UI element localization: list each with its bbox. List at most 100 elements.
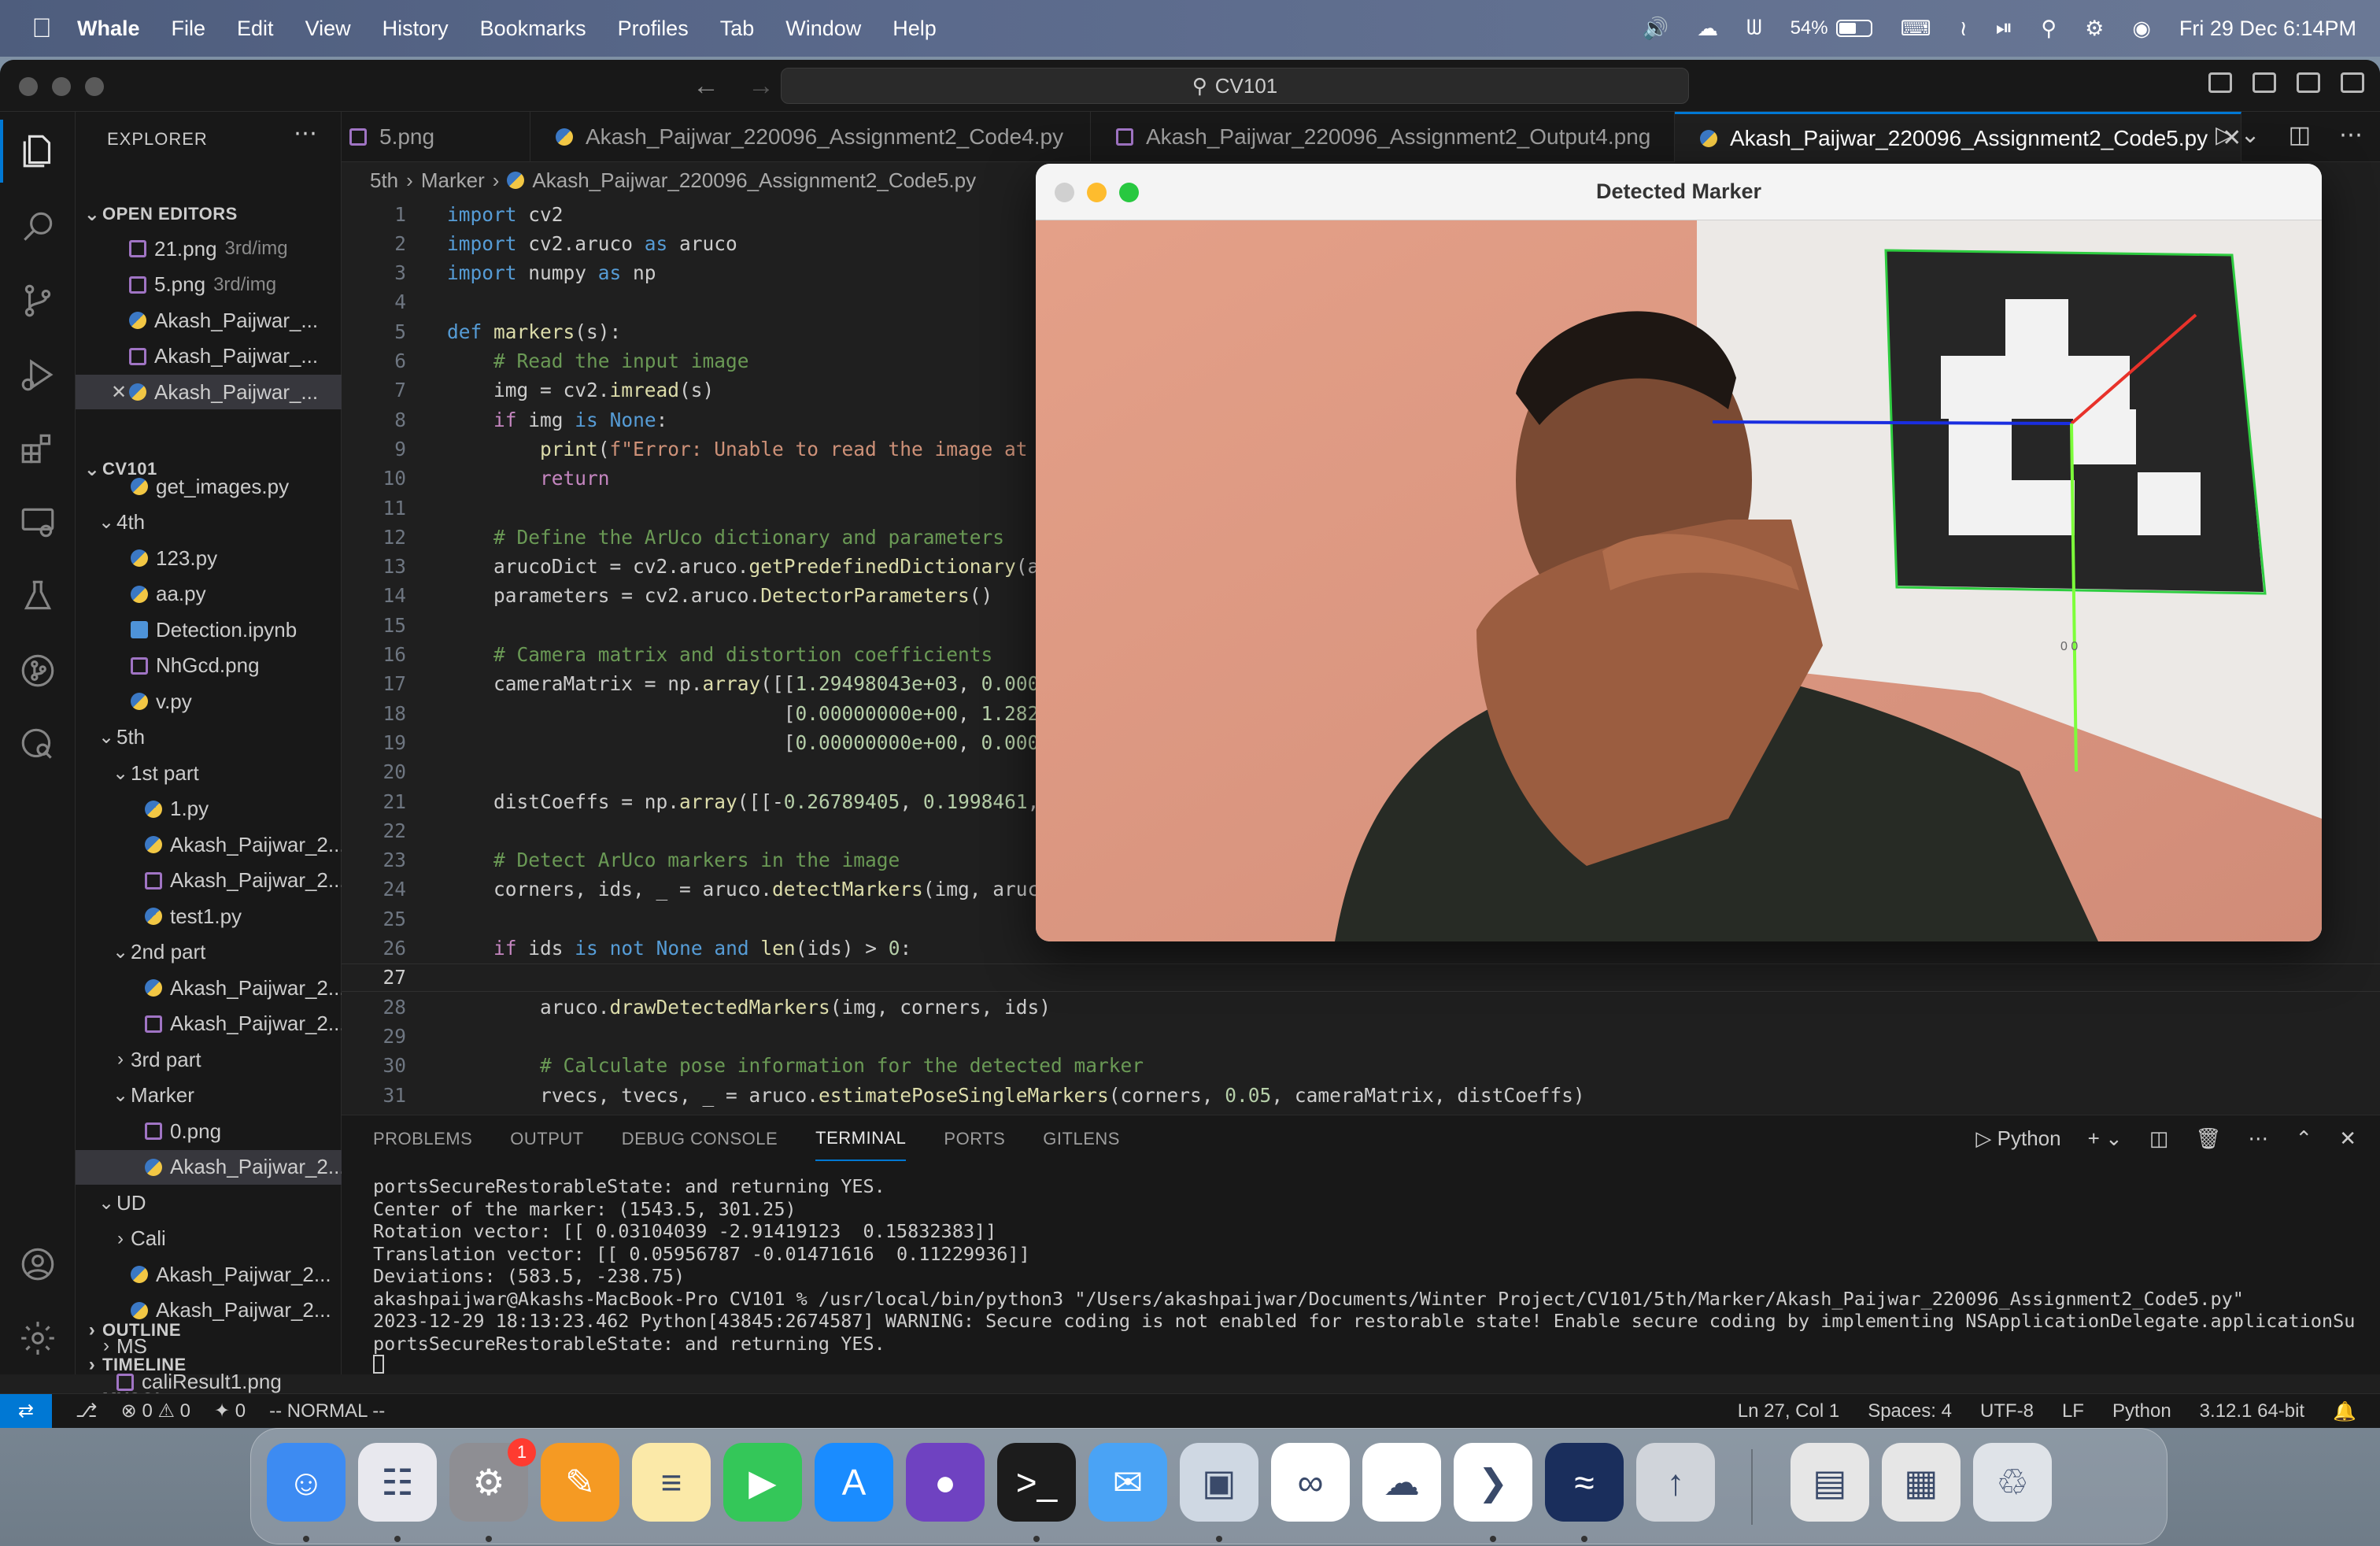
extensions-icon[interactable] [0, 417, 76, 480]
vscode-icon[interactable]: ❯ [1454, 1443, 1532, 1522]
menu-profiles[interactable]: Profiles [618, 17, 689, 41]
open-editor-item[interactable]: 21.png 3rd/img [76, 231, 342, 266]
problems-status[interactable]: ⊗ 0 ⚠ 0 [121, 1400, 190, 1422]
notifications-bell-icon[interactable]: 🔔 [2333, 1400, 2356, 1423]
tree-file[interactable]: NhGcd.png [76, 649, 342, 683]
open-editor-item[interactable]: Akash_Paijwar_... [76, 303, 342, 338]
explorer-more-icon[interactable]: ⋯ [294, 120, 317, 147]
tree-file[interactable]: get_images.py [76, 469, 342, 504]
explorer-icon[interactable] [0, 120, 76, 183]
tree-folder[interactable]: › Cali [76, 1222, 342, 1256]
tab-output4-png[interactable]: Akash_Paijwar_220096_Assignment2_Output4… [1091, 112, 1675, 162]
gitlens-inspect-icon[interactable] [0, 713, 76, 776]
menu-window[interactable]: Window [785, 17, 861, 41]
search-view-icon[interactable] [0, 195, 76, 258]
code-line[interactable]: 29 [342, 1022, 2380, 1050]
close-window-button[interactable] [1055, 183, 1074, 202]
tab-code5-py[interactable]: Akash_Paijwar_220096_Assignment2_Code5.p… [1675, 112, 2241, 162]
tree-file[interactable]: Detection.ipynb [76, 612, 342, 647]
tree-file[interactable]: Akash_Paijwar_2... [76, 1007, 342, 1041]
tab-code4-py[interactable]: Akash_Paijwar_220096_Assignment2_Code4.p… [530, 112, 1091, 162]
remote-explorer-icon[interactable] [0, 491, 76, 554]
indentation[interactable]: Spaces: 4 [1868, 1400, 1952, 1422]
more-actions-icon[interactable]: ⋯ [2339, 121, 2363, 149]
breadcrumb-item[interactable]: Marker [421, 168, 485, 193]
tree-file[interactable]: test1.py [76, 899, 342, 934]
zoom-window-button[interactable] [85, 77, 104, 96]
github-desktop-icon[interactable]: ● [906, 1443, 985, 1522]
terminal-shell-selector[interactable]: ▷ Python [1975, 1126, 2060, 1151]
menu-file[interactable]: File [172, 17, 206, 41]
code-line[interactable]: 28 aruco.drawDetectedMarkers(img, corner… [342, 993, 2380, 1021]
notes-icon[interactable]: ≡ [632, 1443, 711, 1522]
visual-studio-icon[interactable]: ∞ [1271, 1443, 1350, 1522]
menu-bookmarks[interactable]: Bookmarks [480, 17, 586, 41]
menu-edit[interactable]: Edit [237, 17, 274, 41]
app-store-icon[interactable]: A [815, 1443, 893, 1522]
launchpad-icon[interactable]: ☷ [358, 1443, 437, 1522]
language-mode[interactable]: Python [2112, 1400, 2171, 1422]
finder-icon[interactable]: ☺ [267, 1443, 346, 1522]
toggle-sidebar-icon[interactable] [2208, 72, 2232, 93]
tree-file[interactable]: aa.py [76, 577, 342, 612]
volume-icon[interactable]: 🔊 [1642, 16, 1669, 41]
kill-terminal-trash-icon[interactable]: 🗑 [2195, 1126, 2221, 1151]
back-arrow-icon[interactable]: ← [693, 71, 719, 102]
breadcrumb-item[interactable]: 5th [370, 168, 398, 193]
end-of-line[interactable]: LF [2062, 1400, 2084, 1422]
tree-file[interactable]: Akash_Paijwar_2... [76, 1149, 342, 1185]
toggle-secondary-sidebar-icon[interactable] [2297, 72, 2320, 93]
toggle-panel-icon[interactable] [2252, 72, 2276, 93]
spotlight-search-icon[interactable]: ⚲ [2041, 17, 2057, 41]
ports-status[interactable]: ✦ 0 [214, 1400, 246, 1422]
more-actions-icon[interactable]: ⋯ [2248, 1126, 2268, 1151]
menu-tab[interactable]: Tab [720, 17, 755, 41]
facetime-icon[interactable]: ▶ [723, 1443, 802, 1522]
terminal-icon[interactable]: >_ [997, 1443, 1076, 1522]
mail-icon[interactable]: ✉ [1088, 1443, 1167, 1522]
code-line[interactable]: 30 # Calculate pose information for the … [342, 1052, 2380, 1080]
tree-file[interactable]: 123.py [76, 541, 342, 575]
run-python-file-icon[interactable]: ▷ ⌄ [2216, 121, 2260, 149]
panel-tab-problems[interactable]: PROBLEMS [373, 1118, 472, 1160]
command-center[interactable]: ⚲ CV101 [781, 68, 1689, 104]
maximize-panel-icon[interactable]: ⌃ [2295, 1126, 2312, 1151]
tree-folder[interactable]: ⌄ Marker [76, 1078, 342, 1113]
pages-icon[interactable]: ✎ [541, 1443, 619, 1522]
tree-file[interactable]: 0.png [76, 1114, 342, 1148]
panel-tab-ports[interactable]: PORTS [944, 1118, 1005, 1160]
tree-file[interactable]: Akash_Paijwar_2... [76, 971, 342, 1005]
menu-app-name[interactable]: Whale [77, 17, 140, 41]
source-control-icon[interactable] [0, 269, 76, 332]
forward-arrow-icon[interactable]: → [748, 71, 774, 102]
whale-browser-icon[interactable]: ≈ [1545, 1443, 1624, 1522]
panel-tab-output[interactable]: OUTPUT [510, 1118, 583, 1160]
siri-icon[interactable]: ◉ [2132, 17, 2151, 41]
python-interpreter[interactable]: 3.12.1 64-bit [2200, 1400, 2304, 1422]
tree-folder[interactable]: ⌄ 4th [76, 505, 342, 540]
screenshot-stack-icon[interactable]: ▦ [1882, 1443, 1961, 1522]
zoom-window-button[interactable] [1119, 183, 1139, 202]
breadcrumb-item[interactable]: Akash_Paijwar_220096_Assignment2_Code5.p… [532, 168, 976, 193]
section-open-editors[interactable]: ⌄ OPEN EDITORS [76, 197, 342, 231]
menu-history[interactable]: History [382, 17, 449, 41]
minimize-window-button[interactable] [1087, 183, 1107, 202]
control-center-icon[interactable]: ⚙ [2085, 17, 2104, 41]
gitlens-icon[interactable] [0, 639, 76, 702]
icloud-icon[interactable]: ☁ [1697, 17, 1718, 41]
cursor-position[interactable]: Ln 27, Col 1 [1738, 1400, 1839, 1422]
tree-file[interactable]: 1.py [76, 792, 342, 827]
panel-tab-gitlens[interactable]: GITLENS [1043, 1118, 1120, 1160]
downloads-stack-icon[interactable]: ▤ [1791, 1443, 1869, 1522]
play-icon[interactable]: ⏯ [1996, 16, 2013, 41]
battery-status[interactable]: 54% [1791, 17, 1872, 39]
tree-folder[interactable]: ⌄ 2nd part [76, 935, 342, 970]
encoding[interactable]: UTF-8 [1980, 1400, 2034, 1422]
minimize-window-button[interactable] [52, 77, 71, 96]
panel-tab-terminal[interactable]: TERMINAL [815, 1117, 907, 1161]
remote-indicator-icon[interactable]: ⇄ [0, 1393, 52, 1428]
tab-5-png[interactable]: 5.png [342, 112, 530, 162]
terminal-output[interactable]: portsSecureRestorableState: and returnin… [373, 1175, 2356, 1378]
bluetooth-icon[interactable]: ᗯ [1746, 16, 1762, 41]
code-line[interactable]: 31 rvecs, tvecs, _ = aruco.estimatePoseS… [342, 1081, 2380, 1109]
